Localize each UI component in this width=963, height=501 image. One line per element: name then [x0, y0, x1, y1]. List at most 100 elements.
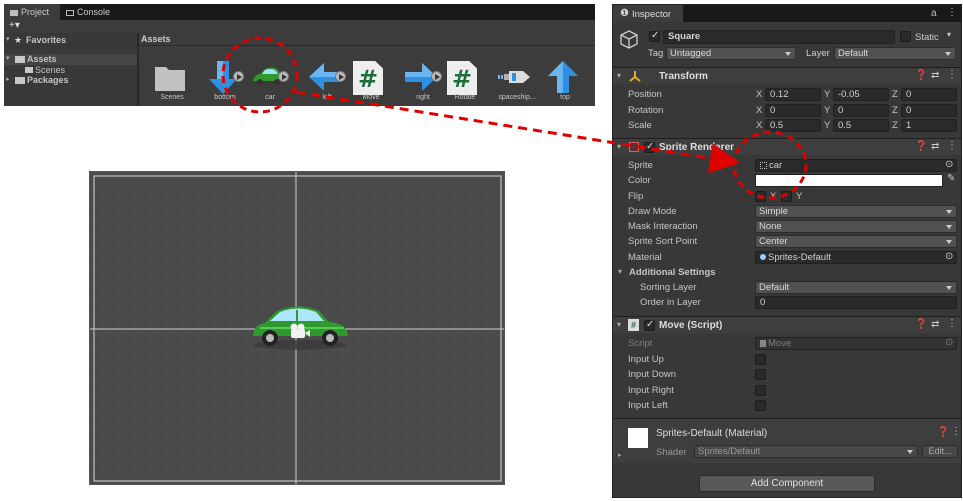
tree-item-packages[interactable]: ▸ Packages: [4, 75, 137, 86]
help-icon[interactable]: ❓: [915, 70, 927, 81]
object-name-field[interactable]: Square: [663, 30, 895, 44]
object-picker-icon[interactable]: ⊙: [945, 159, 953, 170]
material-preview-swatch: [628, 428, 648, 448]
color-swatch[interactable]: [755, 174, 943, 187]
material-field[interactable]: Sprites-Default: [755, 251, 957, 264]
play-badge-icon[interactable]: [278, 71, 289, 82]
expand-arrow-icon[interactable]: ▸: [618, 451, 622, 459]
preset-icon[interactable]: ⇄: [931, 70, 939, 81]
help-icon[interactable]: ❓: [915, 319, 927, 330]
move-script-header[interactable]: ▾ # ✓ Move (Script) ❓ ⇄ ⋮: [613, 316, 961, 333]
kebab-menu-icon[interactable]: ⋮: [947, 318, 957, 329]
kebab-menu-icon[interactable]: ⋮: [947, 140, 957, 151]
transform-header[interactable]: ▾ Transform ❓ ⇄ ⋮: [613, 67, 961, 84]
script-hash-icon: #: [353, 61, 383, 95]
mask-interaction-label: Mask Interaction: [628, 221, 698, 232]
object-picker-icon[interactable]: ⊙: [945, 251, 953, 262]
add-component-button[interactable]: Add Component: [699, 475, 875, 492]
position-y-field[interactable]: -0.05: [833, 88, 889, 101]
layer-dropdown[interactable]: Default: [834, 47, 956, 60]
create-asset-button[interactable]: +▾: [9, 20, 20, 31]
layer-label: Layer: [806, 48, 830, 59]
flip-y-checkbox[interactable]: [781, 191, 792, 202]
eyedropper-icon[interactable]: ✎: [947, 173, 955, 184]
shader-dropdown[interactable]: Sprites/Default: [694, 445, 918, 458]
static-checkbox[interactable]: [900, 31, 911, 42]
project-tab-bar: Project Console: [4, 4, 595, 20]
tab-console[interactable]: Console: [60, 4, 120, 20]
folder-icon: [10, 10, 18, 16]
tab-inspector[interactable]: ❶ Inspector: [613, 5, 683, 22]
help-icon[interactable]: ❓: [937, 427, 949, 438]
order-in-layer-field[interactable]: 0: [755, 296, 957, 309]
kebab-menu-icon[interactable]: ⋮: [951, 426, 961, 437]
scene-view[interactable]: [89, 171, 505, 485]
rotation-y-field[interactable]: 0: [833, 104, 889, 117]
script-hash-icon: #: [628, 319, 639, 331]
kebab-menu-icon[interactable]: ⋮: [947, 7, 957, 18]
color-label: Color: [628, 175, 651, 186]
axis-z-label: Z: [892, 120, 898, 131]
active-checkbox[interactable]: ✓: [649, 30, 660, 42]
input-up-label: Input Up: [628, 354, 664, 365]
rotation-z-field[interactable]: 0: [901, 104, 957, 117]
axis-y-label: Y: [824, 105, 831, 116]
edit-shader-button[interactable]: Edit...: [922, 445, 958, 458]
flip-x-checkbox[interactable]: [755, 191, 766, 202]
sprite-renderer-header[interactable]: ▾ ✓ Sprite Renderer ❓ ⇄ ⋮: [613, 138, 961, 155]
inspector-tab-bar: ❶ Inspector a ⋮: [613, 5, 961, 22]
scale-y-field[interactable]: 0.5: [833, 119, 889, 132]
sprite-label: Sprite: [628, 160, 653, 171]
info-icon: ❶: [620, 8, 629, 19]
axis-y-label: Y: [824, 120, 831, 131]
shader-label: Shader: [656, 447, 687, 458]
scale-x-field[interactable]: 0.5: [765, 119, 821, 132]
enabled-checkbox[interactable]: ✓: [644, 319, 655, 331]
input-right-checkbox[interactable]: [755, 385, 766, 396]
folder-icon: [15, 77, 25, 84]
asset-grid: Assets Scenes bottom car left # Move rig…: [139, 33, 595, 106]
position-z-field[interactable]: 0: [901, 88, 957, 101]
material-section: ▸ Sprites-Default (Material) ❓ ⋮ Shader …: [613, 418, 961, 463]
tab-project[interactable]: Project: [4, 4, 60, 20]
input-down-checkbox[interactable]: [755, 369, 766, 380]
axis-x-label: X: [756, 105, 763, 116]
asset-top[interactable]: top: [537, 59, 593, 105]
preset-icon[interactable]: ⇄: [931, 319, 939, 330]
tag-dropdown[interactable]: Untagged: [666, 47, 796, 60]
mask-interaction-dropdown[interactable]: None: [755, 220, 957, 233]
collapse-arrow-icon: ▸: [6, 76, 10, 83]
draw-mode-dropdown[interactable]: Simple: [755, 205, 957, 218]
asset-car[interactable]: car: [242, 59, 298, 105]
additional-settings-foldout[interactable]: Additional Settings: [629, 267, 716, 280]
tree-item-favorites[interactable]: ▾ ★ Favorites: [4, 35, 137, 46]
scale-z-field[interactable]: 1: [901, 119, 957, 132]
input-left-checkbox[interactable]: [755, 400, 766, 411]
sprite-field[interactable]: car: [755, 159, 957, 172]
sorting-layer-dropdown[interactable]: Default: [755, 281, 957, 294]
star-icon: ★: [14, 35, 23, 45]
position-x-field[interactable]: 0.12: [765, 88, 821, 101]
arrow-up-icon: [548, 61, 578, 93]
input-up-checkbox[interactable]: [755, 354, 766, 365]
chevron-down-icon[interactable]: ▾: [947, 30, 951, 39]
car-sprite[interactable]: [250, 302, 350, 352]
sorting-layer-label: Sorting Layer: [640, 282, 697, 293]
preset-icon[interactable]: ⇄: [931, 141, 939, 152]
input-left-label: Input Left: [628, 400, 668, 411]
collapse-arrow-icon: ▾: [617, 142, 622, 151]
help-icon[interactable]: ❓: [915, 141, 927, 152]
collapse-arrow-icon[interactable]: ▾: [618, 267, 622, 276]
sprite-sort-point-dropdown[interactable]: Center: [755, 235, 957, 248]
draw-mode-label: Draw Mode: [628, 206, 677, 217]
script-hash-icon: #: [447, 61, 477, 95]
tree-item-assets[interactable]: ▾ Assets: [4, 54, 137, 65]
material-icon: [760, 254, 766, 260]
rotation-label: Rotation: [628, 105, 664, 116]
enabled-checkbox[interactable]: ✓: [644, 141, 655, 153]
kebab-menu-icon[interactable]: ⋮: [947, 69, 957, 80]
script-file-icon: [760, 340, 766, 347]
rotation-x-field[interactable]: 0: [765, 104, 821, 117]
lock-icon[interactable]: a: [931, 8, 937, 19]
folder-icon: [155, 67, 185, 91]
